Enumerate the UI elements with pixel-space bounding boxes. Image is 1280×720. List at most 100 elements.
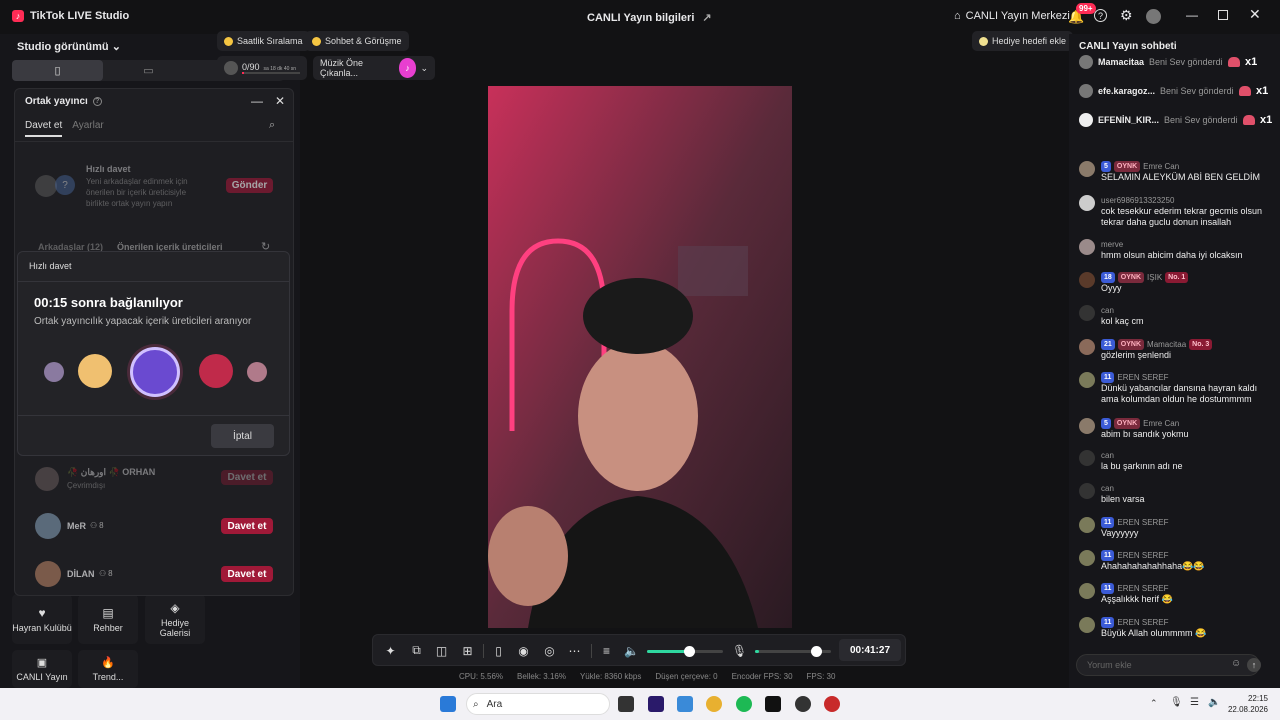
gift-goal-chip[interactable]: Hediye hedefi ekle [972,31,1074,51]
volume-slider[interactable] [647,646,723,657]
record-icon[interactable]: ◉ [516,643,531,658]
studio-view-dropdown[interactable]: Studio görünümü ⌄ [17,40,121,53]
help-icon[interactable]: ? [92,97,102,106]
volume-icon[interactable]: 🔈 [1208,697,1220,708]
trend-button[interactable]: 🔥 Trend... [78,650,138,688]
record-app-icon[interactable] [824,696,840,712]
wifi-icon[interactable]: ☰ [1190,697,1199,708]
add-source-icon[interactable]: ⊞ [460,643,475,658]
share-icon[interactable]: ↗ [702,11,711,24]
chat-username[interactable]: Emre Can [1143,418,1179,429]
avatar[interactable] [1079,239,1095,255]
maximize-icon[interactable] [1218,10,1228,20]
settings-sliders-icon[interactable]: ≡ [599,643,614,658]
avatar[interactable] [1079,483,1095,499]
chat-username[interactable]: merve [1101,239,1123,250]
chat-username[interactable]: Emre Can [1143,161,1179,172]
chat-username[interactable]: EREN SEREF [1117,550,1168,561]
chat-overlay-icon[interactable]: ⧉ [409,643,424,658]
chevron-down-icon[interactable]: ⌄ [420,63,428,74]
help-icon[interactable]: ? [1094,9,1107,22]
avatar[interactable] [1079,272,1095,288]
screenshot-icon[interactable]: ◫ [434,643,449,658]
tab-settings[interactable]: Ayarlar [72,120,104,137]
chat-username[interactable]: EREN SEREF [1117,617,1168,628]
live-center-button[interactable]: ⌂ CANLI Yayın Merkezi [954,10,1070,22]
invite-button[interactable]: Davet et [221,518,273,534]
close-icon[interactable]: ✕ [1249,6,1261,23]
guide-button[interactable]: ▤ Rehber [78,594,138,644]
search-icon[interactable]: ⌕ [269,119,275,132]
avatar[interactable] [1146,9,1161,24]
avatar[interactable] [1079,161,1095,177]
chat-username[interactable]: user6986913323250 [1101,195,1174,206]
hourly-ranking-chip[interactable]: Saatlik Sıralama [217,31,310,51]
chat-username[interactable]: EREN SEREF [1117,517,1168,528]
after-effects-icon[interactable] [648,696,664,712]
volume-knob[interactable] [683,646,695,657]
tray-chevron-icon[interactable]: ⌃ [1150,698,1158,709]
music-highlight-chip[interactable]: Müzik Öne Çıkanla... ♪ ⌄ [313,56,435,80]
windows-start-icon[interactable] [440,696,456,712]
avatar[interactable] [1079,517,1095,533]
phone-icon[interactable]: ▯ [491,643,506,658]
microphone-icon[interactable]: 🎙 [1170,697,1183,708]
live-timer: 00:41:27 [839,639,901,661]
avatar[interactable] [1079,195,1095,211]
gear-icon[interactable]: ⚙ [1120,7,1133,24]
chat-username[interactable]: EREN SEREF [1117,583,1168,594]
chat-username[interactable]: Mamacitaa [1147,339,1186,350]
chat-username[interactable]: can [1101,450,1114,461]
chat-username[interactable]: IŞIK [1147,272,1162,283]
spotify-icon[interactable] [736,696,752,712]
fan-club-button[interactable]: ♥ Hayran Kulübü [12,594,72,644]
magic-wand-icon[interactable]: ✦ [383,643,398,658]
avatar[interactable] [1079,418,1095,434]
more-icon[interactable]: ⋯ [567,643,582,658]
focus-icon[interactable]: ◎ [542,643,557,658]
send-arrow-icon[interactable]: ↑ [1247,658,1261,672]
cancel-button[interactable]: İptal [211,424,274,448]
avatar[interactable] [1079,339,1095,355]
mic-knob[interactable] [810,646,822,657]
divider [15,141,293,142]
minimize-icon[interactable]: — [251,94,263,108]
chat-username[interactable]: can [1101,483,1114,494]
live-info-title[interactable]: CANLI Yayın bilgileri ↗ [587,11,712,25]
files-icon[interactable] [677,696,693,712]
portrait-view-icon[interactable]: ▯ [12,60,103,81]
chat-username[interactable]: can [1101,305,1114,316]
live-button[interactable]: ▣ CANLI Yayın [12,650,72,688]
avatar[interactable] [1079,305,1095,321]
landscape-view-icon[interactable]: ▭ [103,60,194,81]
clock[interactable]: 22:15 22.08.2026 [1228,693,1268,715]
gift-gallery-button[interactable]: ◈ Hediye Galerisi [145,594,205,644]
progress-chip[interactable]: 0/90 sa 18 dk 40 sn [217,56,307,80]
avatar[interactable] [1079,583,1095,599]
avatar[interactable] [1079,617,1095,633]
invite-button[interactable]: Davet et [221,470,273,485]
speaker-icon[interactable]: 🔈 [624,643,639,658]
avatar[interactable] [1079,550,1095,566]
task-view-icon[interactable] [618,696,634,712]
avatar[interactable] [1079,450,1095,466]
close-icon[interactable]: ✕ [275,94,285,108]
chat-call-chip[interactable]: Sohbet & Görüşme [305,31,409,51]
avatar[interactable] [1079,372,1095,388]
taskbar-search[interactable]: ⌕ Ara [466,693,610,715]
chrome-icon[interactable] [706,696,722,712]
mic-slider[interactable] [755,646,831,657]
gift-sender: efe.karagoz... [1098,86,1156,96]
invite-button[interactable]: Davet et [221,566,273,582]
memory-stat: Bellek: 3.16% [517,672,566,681]
microphone-icon[interactable]: 🎙 [732,643,747,658]
obs-icon[interactable] [795,696,811,712]
question-avatar-icon: ? [55,175,75,195]
bell-icon[interactable]: 🔔 99+ [1068,3,1096,25]
send-button[interactable]: Gönder [226,178,273,193]
emoji-icon[interactable]: ☺ [1231,658,1241,669]
tiktok-icon[interactable] [765,696,781,712]
chat-username[interactable]: EREN SEREF [1117,372,1168,383]
tab-invite[interactable]: Davet et [25,120,63,137]
minimize-icon[interactable]: — [1186,8,1198,22]
